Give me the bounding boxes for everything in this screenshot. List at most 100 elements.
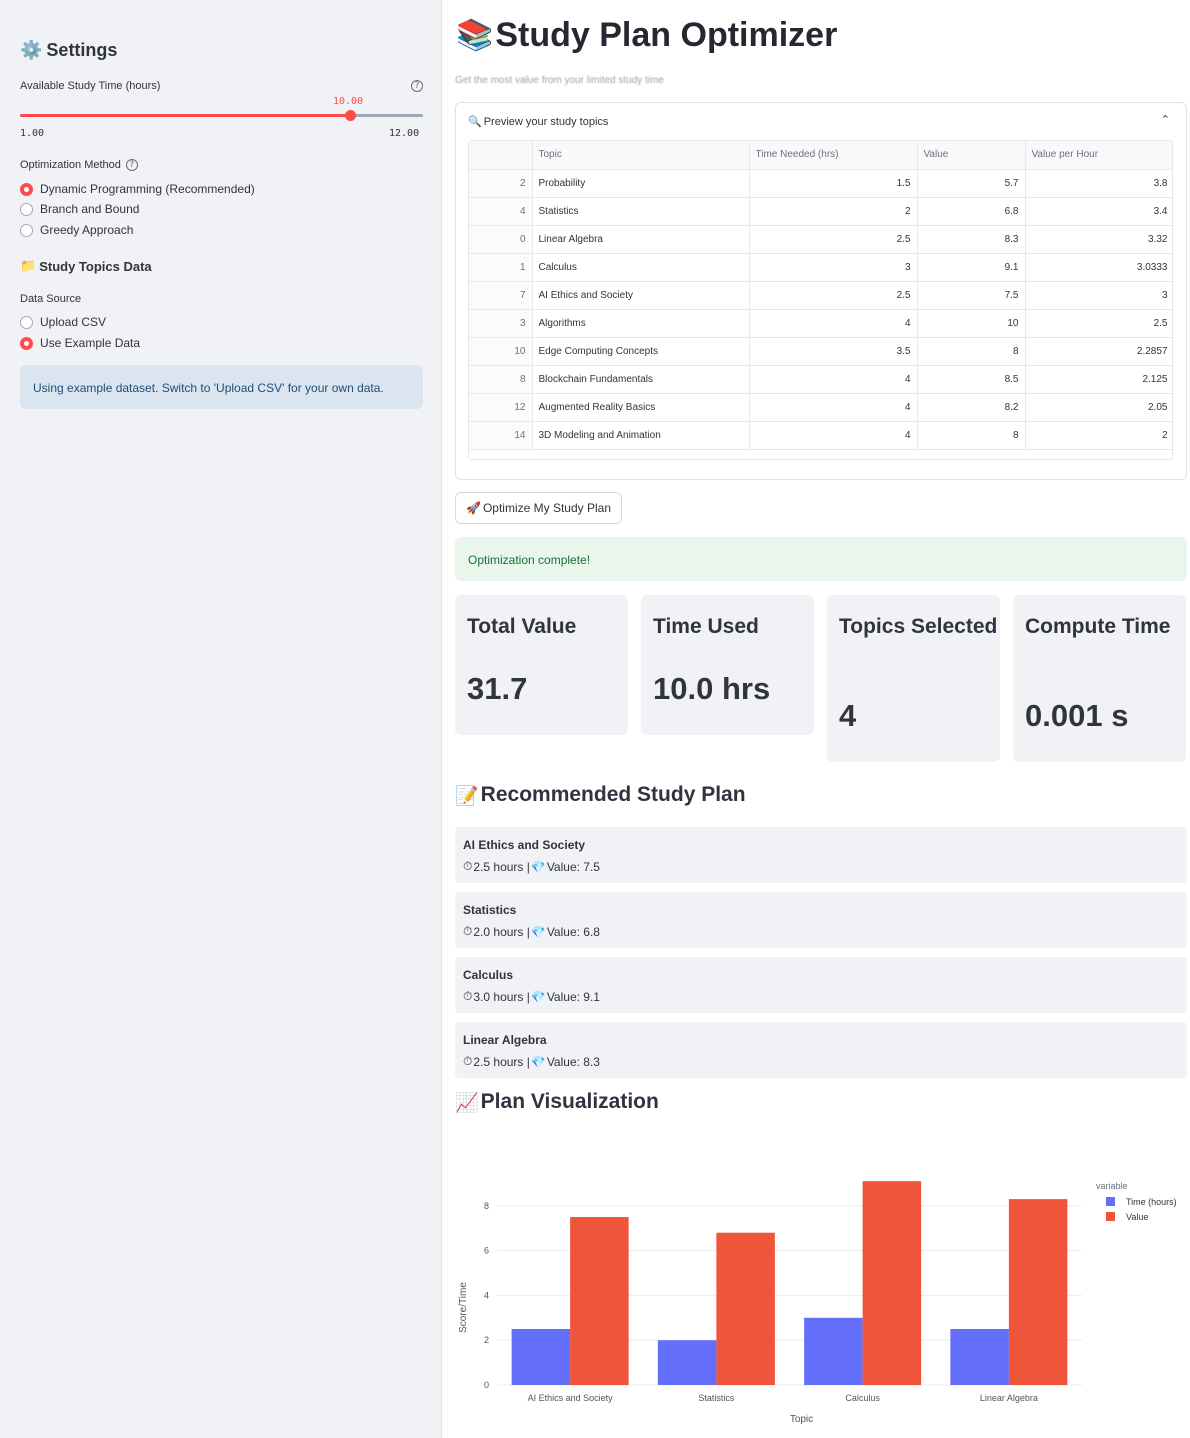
x-axis-title: Topic [790,1414,813,1425]
table-cell: 6.8 [917,197,1026,226]
table-cell: 3.4 [1025,197,1172,226]
bar-value [1008,1199,1068,1385]
table-header[interactable]: Value [917,141,1026,170]
row-index: 4 [469,197,533,226]
table-cell: 3.0333 [1025,253,1172,282]
table-cell: 4 [749,421,918,450]
table-cell: 3.32 [1025,225,1172,254]
y-tick-label: 2 [484,1335,489,1345]
memo-icon: 📝 [455,784,479,807]
stopwatch-icon: ⏱ [463,859,473,873]
table-cell: 3 [1025,281,1172,310]
table-cell: 2.125 [1025,365,1172,394]
expander-header[interactable]: 🔍 Preview your study topics [468,115,608,128]
table-cell: 3D Modeling and Animation [532,421,750,450]
table-header[interactable]: Topic [532,141,750,170]
slider-thumb[interactable] [344,110,356,121]
table-row[interactable]: 10 Edge Computing Concepts 3.5 8 2.2857 [469,337,1172,366]
page-title: 📚 Study Plan Optimizer [456,16,837,55]
data-source-label: Data Source [20,293,82,305]
radio-selected[interactable] [20,336,33,350]
y-tick-label: 4 [484,1290,489,1300]
table-cell: Edge Computing Concepts [532,337,750,366]
table-row[interactable]: 2 Probability 1.5 5.7 3.8 [469,169,1172,198]
plan-item-details: ⏱ 2.5 hours | 💎 Value: 7.5 [463,859,600,874]
x-tick-label: Statistics [698,1393,735,1403]
folder-icon: 📁 [20,259,37,274]
optimization-method-heading: Optimization Method ? [20,159,138,171]
help-icon[interactable]: ? [125,159,138,171]
radio-unselected[interactable] [20,315,33,329]
gem-icon: 💎 [530,1054,546,1069]
bar-time-hours [511,1329,571,1385]
plan-item-name: Calculus [463,968,514,982]
table-row[interactable]: 4 Statistics 2 6.8 3.4 [469,197,1172,226]
table-header[interactable]: Time Needed (hrs) [749,141,918,170]
table-header[interactable] [469,141,533,170]
help-icon[interactable]: ? [411,80,423,92]
method-option-dp[interactable]: Dynamic Programming (Recommended) [20,182,255,196]
topics-table[interactable]: Topic Time Needed (hrs) Value Value per Hou… [468,140,1173,460]
expander-label: Preview your study topics [483,115,609,128]
source-option-upload[interactable]: Upload CSV [20,315,106,329]
plan-item-hours: 2.0 hours | [473,924,530,939]
plan-bar-chart[interactable]: 0 2 4 6 8 AI Ethics and Society Statistics Calc… [442,1130,1190,1438]
metric-value: 31.7 [467,671,528,706]
radio-unselected[interactable] [20,202,33,216]
optimize-button[interactable]: 🚀 Optimize My Study Plan [455,492,622,524]
table-row[interactable]: 14 3D Modeling and Animation 4 8 2 [469,421,1172,450]
table-row[interactable]: 7 AI Ethics and Society 2.5 7.5 3 [469,281,1172,310]
row-index: 8 [469,365,533,394]
radio-unselected[interactable] [20,223,33,237]
sidebar: ⚙️ Settings Available Study Time (hours)… [0,0,442,1438]
metric-compute-time: Compute Time 0.001 s [1013,595,1186,762]
plan-item-name: Linear Algebra [463,1033,547,1047]
bar-value [862,1181,922,1385]
plan-item-value: Value: 6.8 [546,924,600,939]
info-alert: Using example dataset. Switch to 'Upload… [20,365,423,409]
plan-item-details: ⏱ 2.0 hours | 💎 Value: 6.8 [463,924,600,939]
table-row[interactable]: 3 Algorithms 4 10 2.5 [469,309,1172,338]
table-cell: 2.05 [1025,393,1172,422]
table-row[interactable]: 1 Calculus 3 9.1 3.0333 [469,253,1172,282]
radio-selected[interactable] [20,182,33,196]
plan-item-value: Value: 9.1 [546,989,600,1004]
table-header[interactable]: Value per Hour [1025,141,1172,170]
table-row[interactable]: 8 Blockchain Fundamentals 4 8.5 2.125 [469,365,1172,394]
row-index: 7 [469,281,533,310]
stopwatch-icon: ⏱ [463,1054,473,1068]
bar-time-hours [950,1329,1009,1385]
chevron-up-icon[interactable]: ⌃ [1161,113,1170,126]
method-option-bnb[interactable]: Branch and Bound [20,202,139,216]
method-option-label: Greedy Approach [40,223,134,237]
viz-title: Plan Visualization [480,1090,659,1113]
row-index: 10 [469,337,533,366]
source-option-label: Upload CSV [40,315,107,329]
stopwatch-icon: ⏱ [463,924,473,938]
source-option-example[interactable]: Use Example Data [20,336,140,350]
row-index: 14 [469,421,533,450]
legend-label: Value [1126,1212,1148,1222]
table-cell: 3 [749,253,918,282]
plan-item: Statistics ⏱ 2.0 hours | 💎 Value: 6.8 [455,892,1187,948]
row-index: 12 [469,393,533,422]
study-time-slider[interactable] [20,110,423,121]
table-cell: 8 [917,337,1026,366]
study-topics-title: Study Topics Data [39,259,152,274]
table-cell: 10 [917,309,1026,338]
row-index: 2 [469,169,533,198]
table-row[interactable]: 12 Augmented Reality Basics 4 8.2 2.05 [469,393,1172,422]
source-option-label: Use Example Data [40,336,141,350]
viz-heading: 📈 Plan Visualization [455,1090,659,1114]
plan-title: Recommended Study Plan [480,783,746,806]
x-tick-label: Linear Algebra [980,1393,1038,1403]
gem-icon: 💎 [530,989,546,1004]
bar-time-hours [657,1340,717,1385]
bar-value [716,1232,775,1385]
table-cell: Augmented Reality Basics [532,393,750,422]
metric-total-value: Total Value 31.7 [455,595,628,735]
table-row[interactable]: 0 Linear Algebra 2.5 8.3 3.32 [469,225,1172,254]
main-content: 📚 Study Plan Optimizer Get the most valu… [442,0,1190,1438]
method-option-greedy[interactable]: Greedy Approach [20,223,133,237]
success-alert: Optimization complete! [455,537,1187,581]
